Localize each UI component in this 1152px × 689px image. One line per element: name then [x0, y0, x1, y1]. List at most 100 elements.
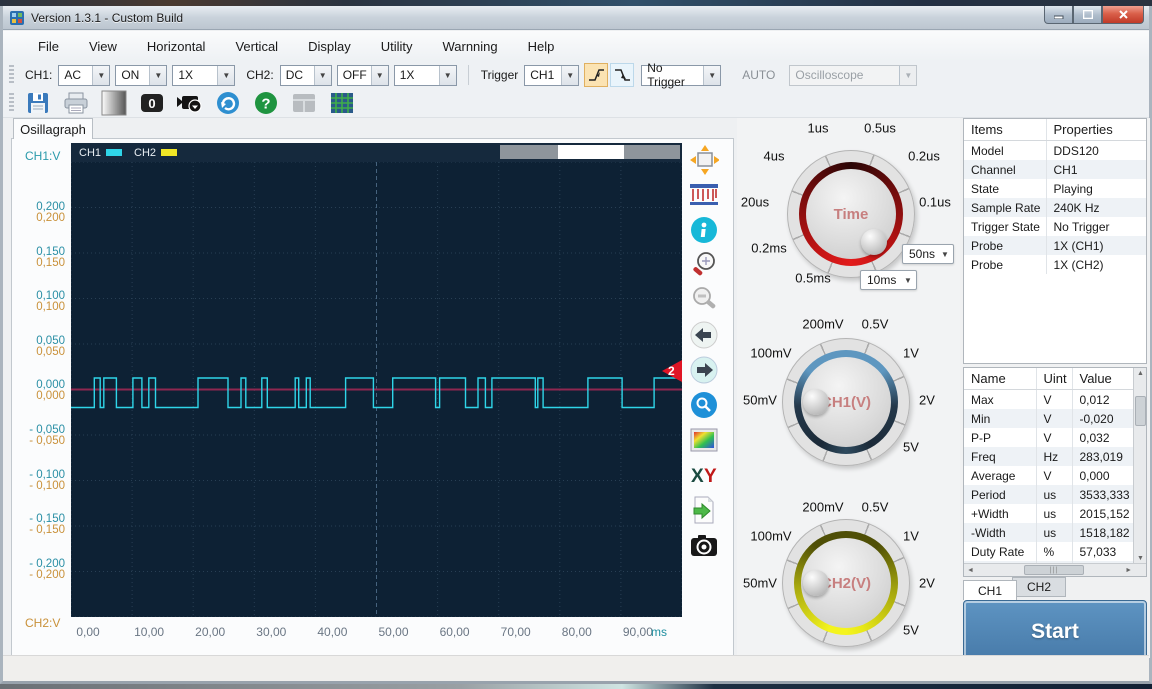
position-window[interactable] [558, 145, 624, 159]
ch2-knob-tick: 2V [919, 576, 935, 591]
timebase-fine-select[interactable]: 50ns▼ [902, 244, 954, 264]
cell: Duty Rate [964, 542, 1036, 561]
ch2-on-select[interactable]: OFF▼ [337, 65, 389, 86]
measurement-row[interactable]: Periodus3533,333 [964, 485, 1134, 504]
time-knob[interactable]: Time [787, 150, 915, 278]
ch1-probe-select[interactable]: 1X▼ [172, 65, 235, 86]
measurement-row[interactable]: P-PV0,032 [964, 428, 1134, 447]
vertical-scroll-thumb[interactable] [1135, 396, 1146, 426]
export-button[interactable] [689, 496, 719, 524]
pan-button[interactable] [689, 146, 719, 174]
scroll-left-icon[interactable]: ◄ [967, 567, 974, 574]
scope-tool-strip: X Y [687, 146, 721, 559]
measurement-row[interactable]: MaxV0,012 [964, 390, 1134, 410]
refresh-button[interactable] [213, 90, 243, 116]
trigger-mode-select[interactable]: No Trigger▼ [641, 65, 721, 86]
property-row[interactable]: Sample Rate240K Hz [964, 198, 1146, 217]
ch1-volts-knob[interactable]: CH1(V) [782, 338, 910, 466]
property-row[interactable]: Probe1X (CH2) [964, 255, 1146, 274]
color-palette-button[interactable] [689, 426, 719, 454]
x-axis-unit: ms [651, 625, 667, 639]
measurement-row[interactable]: -Widthus1518,182 [964, 523, 1134, 542]
falling-edge-button[interactable] [610, 63, 634, 87]
tab-ch1[interactable]: CH1 [963, 580, 1017, 600]
tab-ch2[interactable]: CH2 [1012, 577, 1066, 597]
legend-ch1-swatch [106, 149, 122, 156]
trigger-source-select[interactable]: CH1▼ [524, 65, 579, 86]
step-forward-button[interactable] [689, 356, 719, 384]
measurement-row[interactable]: Duty Rate%57,033 [964, 542, 1134, 561]
step-back-button[interactable] [689, 321, 719, 349]
help-button[interactable]: ? [251, 90, 281, 116]
info-button[interactable] [689, 216, 719, 244]
ch2-volts-knob[interactable]: CH2(V) [782, 519, 910, 647]
ch1-on-select[interactable]: ON▼ [115, 65, 167, 86]
palette-icon [690, 428, 718, 452]
measurement-row[interactable]: MinV-0,020 [964, 409, 1134, 428]
measurement-row[interactable]: +Widthus2015,152 [964, 504, 1134, 523]
horizontal-scrollbar[interactable]: ◄ ||| ► [964, 563, 1147, 576]
grid-button[interactable] [327, 90, 357, 116]
zoom-out-button[interactable] [689, 286, 719, 314]
property-row[interactable]: ChannelCH1 [964, 160, 1146, 179]
scroll-down-icon[interactable]: ▼ [1137, 555, 1144, 562]
menu-view[interactable]: View [74, 35, 132, 58]
ch2-coupling-select[interactable]: DC▼ [280, 65, 332, 86]
pan-move-icon [689, 144, 719, 176]
meas-header-uint: Uint [1036, 368, 1072, 390]
menu-display[interactable]: Display [293, 35, 366, 58]
action-toolbar: 0 ? [3, 89, 1149, 118]
property-row[interactable]: ModelDDS120 [964, 141, 1146, 161]
channel2-position-marker[interactable]: 2 [662, 360, 682, 382]
property-row[interactable]: Trigger StateNo Trigger [964, 217, 1146, 236]
maximize-button[interactable] [1073, 6, 1102, 24]
chevron-down-icon: ▼ [561, 66, 578, 85]
ch2-probe-select[interactable]: 1X▼ [394, 65, 457, 86]
rising-edge-button[interactable] [584, 63, 608, 87]
menu-utility[interactable]: Utility [366, 35, 428, 58]
ch2-knob-indicator [803, 570, 829, 596]
save-button[interactable] [23, 90, 53, 116]
measurement-row[interactable]: FreqHz283,019 [964, 447, 1134, 466]
xy-mode-button[interactable]: X Y [689, 461, 719, 489]
background-button[interactable] [99, 90, 129, 116]
chevron-down-icon: ▼ [899, 66, 916, 85]
menu-vertical[interactable]: Vertical [220, 35, 293, 58]
tab-osillagraph[interactable]: Osillagraph [13, 118, 93, 139]
meas-header-value: Value [1072, 368, 1134, 390]
app-icon [9, 10, 25, 26]
cell: 3533,333 [1072, 485, 1134, 504]
scroll-right-icon[interactable]: ► [1125, 567, 1132, 574]
minimize-button[interactable] [1044, 6, 1073, 24]
close-button[interactable] [1102, 6, 1144, 24]
chevron-down-icon: ▼ [900, 276, 916, 285]
property-row[interactable]: StatePlaying [964, 179, 1146, 198]
zoom-in-button[interactable] [689, 251, 719, 279]
cell: 240K Hz [1046, 198, 1146, 217]
timebase-select[interactable]: 10ms▼ [860, 270, 917, 290]
menu-horizontal[interactable]: Horizontal [132, 35, 221, 58]
horizontal-scroll-thumb[interactable]: ||| [1024, 565, 1084, 575]
cell: Probe [964, 255, 1046, 274]
menu-help[interactable]: Help [513, 35, 570, 58]
measurement-row[interactable]: AverageV0,000 [964, 466, 1134, 485]
vertical-scrollbar[interactable]: ▲ ▼ [1133, 368, 1146, 564]
menu-file[interactable]: File [23, 35, 74, 58]
search-button[interactable] [689, 391, 719, 419]
legend-ch2-label: CH2 [134, 147, 156, 159]
scope-display[interactable]: CH1 CH2 2 [71, 143, 682, 617]
separator [468, 65, 469, 85]
snapshot-button[interactable] [689, 531, 719, 559]
ch1-coupling-select[interactable]: AC▼ [58, 65, 110, 86]
zero-button[interactable]: 0 [137, 90, 167, 116]
ruler-button[interactable] [689, 181, 719, 209]
ch2-knob-tick: 200mV [802, 500, 843, 515]
record-button[interactable] [175, 90, 205, 116]
menu-warnning[interactable]: Warnning [427, 35, 512, 58]
chevron-down-icon: ▼ [937, 250, 953, 259]
property-row[interactable]: Probe1X (CH1) [964, 236, 1146, 255]
chevron-down-icon: ▼ [703, 66, 720, 85]
print-button[interactable] [61, 90, 91, 116]
horizontal-position-bar[interactable] [500, 145, 680, 159]
scroll-up-icon[interactable]: ▲ [1137, 370, 1144, 377]
